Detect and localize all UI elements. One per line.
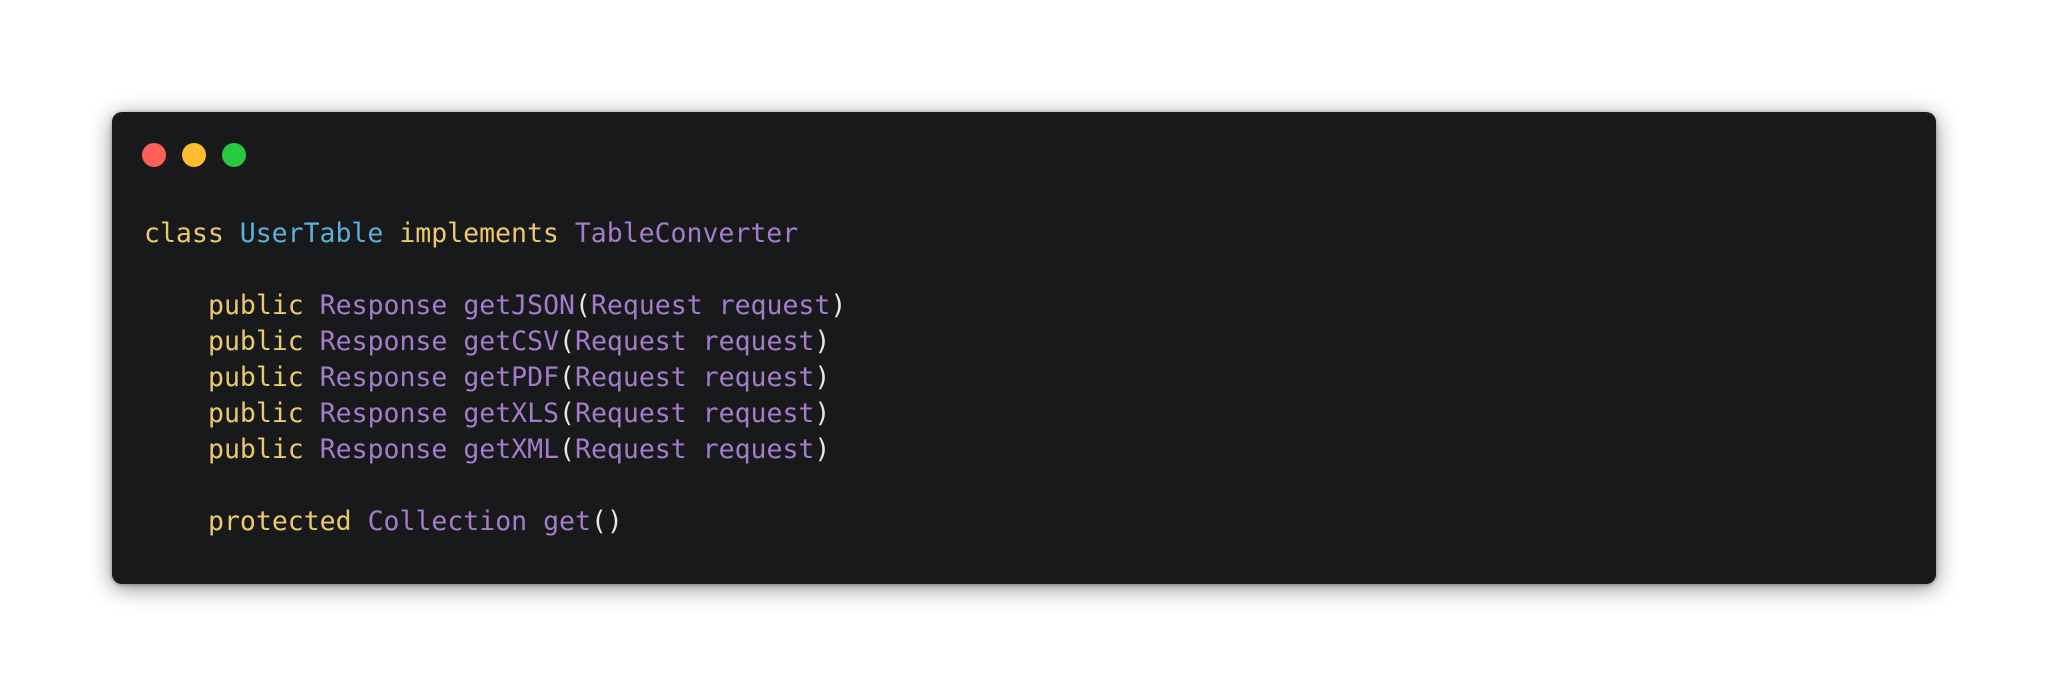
code-line-method: public Response getXML(Request request) [144, 432, 846, 468]
method-return-type: Response [319, 362, 448, 393]
interface-name: TableConverter [574, 218, 799, 249]
open-paren: ( [559, 326, 576, 357]
window-controls [142, 143, 246, 167]
maximize-window-dot[interactable] [222, 143, 246, 167]
param-name: request [702, 398, 815, 429]
param-type: Request [590, 290, 703, 321]
param-type: Request [575, 398, 687, 429]
protected-return-type: Collection [367, 506, 528, 537]
code-line-method: public Response getCSV(Request request) [144, 324, 846, 360]
open-paren: ( [575, 290, 591, 321]
param-name: request [702, 434, 815, 465]
code-line-method: public Response getXLS(Request request) [144, 396, 846, 432]
method-name: getXLS [463, 398, 560, 429]
method-name: getPDF [463, 362, 560, 393]
method-return-type: Response [319, 398, 448, 429]
code-block: class UserTable implements TableConverte… [144, 216, 846, 540]
implements-keyword: implements [399, 218, 559, 249]
close-paren: ) [830, 290, 847, 321]
parens: () [590, 506, 623, 537]
method-return-type: Response [319, 290, 448, 321]
method-name: getCSV [463, 326, 560, 357]
param-type: Request [575, 434, 687, 465]
close-window-dot[interactable] [142, 143, 166, 167]
method-modifier: public [208, 326, 304, 357]
minimize-window-dot[interactable] [182, 143, 206, 167]
method-return-type: Response [319, 326, 448, 357]
protected-modifier: protected [208, 506, 352, 537]
code-line-protected-method: protected Collection get() [144, 504, 846, 540]
param-name: request [718, 290, 831, 321]
method-modifier: public [208, 362, 304, 393]
param-type: Request [575, 362, 687, 393]
protected-method-name: get [543, 506, 591, 537]
method-return-type: Response [319, 434, 448, 465]
param-name: request [702, 326, 815, 357]
open-paren: ( [559, 398, 576, 429]
code-line-method: public Response getPDF(Request request) [144, 360, 846, 396]
method-modifier: public [208, 290, 304, 321]
open-paren: ( [559, 362, 576, 393]
param-type: Request [575, 326, 687, 357]
code-line-method: public Response getJSON(Request request) [144, 288, 846, 324]
method-name: getJSON [463, 290, 575, 321]
open-paren: ( [559, 434, 576, 465]
code-line-class-declaration: class UserTable implements TableConverte… [144, 216, 846, 252]
close-paren: ) [814, 398, 831, 429]
close-paren: ) [814, 434, 831, 465]
class-name: UserTable [239, 218, 384, 249]
code-window: class UserTable implements TableConverte… [112, 112, 1936, 584]
close-paren: ) [814, 326, 831, 357]
close-paren: ) [814, 362, 831, 393]
method-modifier: public [208, 434, 304, 465]
param-name: request [702, 362, 815, 393]
class-keyword: class [144, 218, 224, 249]
method-name: getXML [463, 434, 560, 465]
method-modifier: public [208, 398, 304, 429]
